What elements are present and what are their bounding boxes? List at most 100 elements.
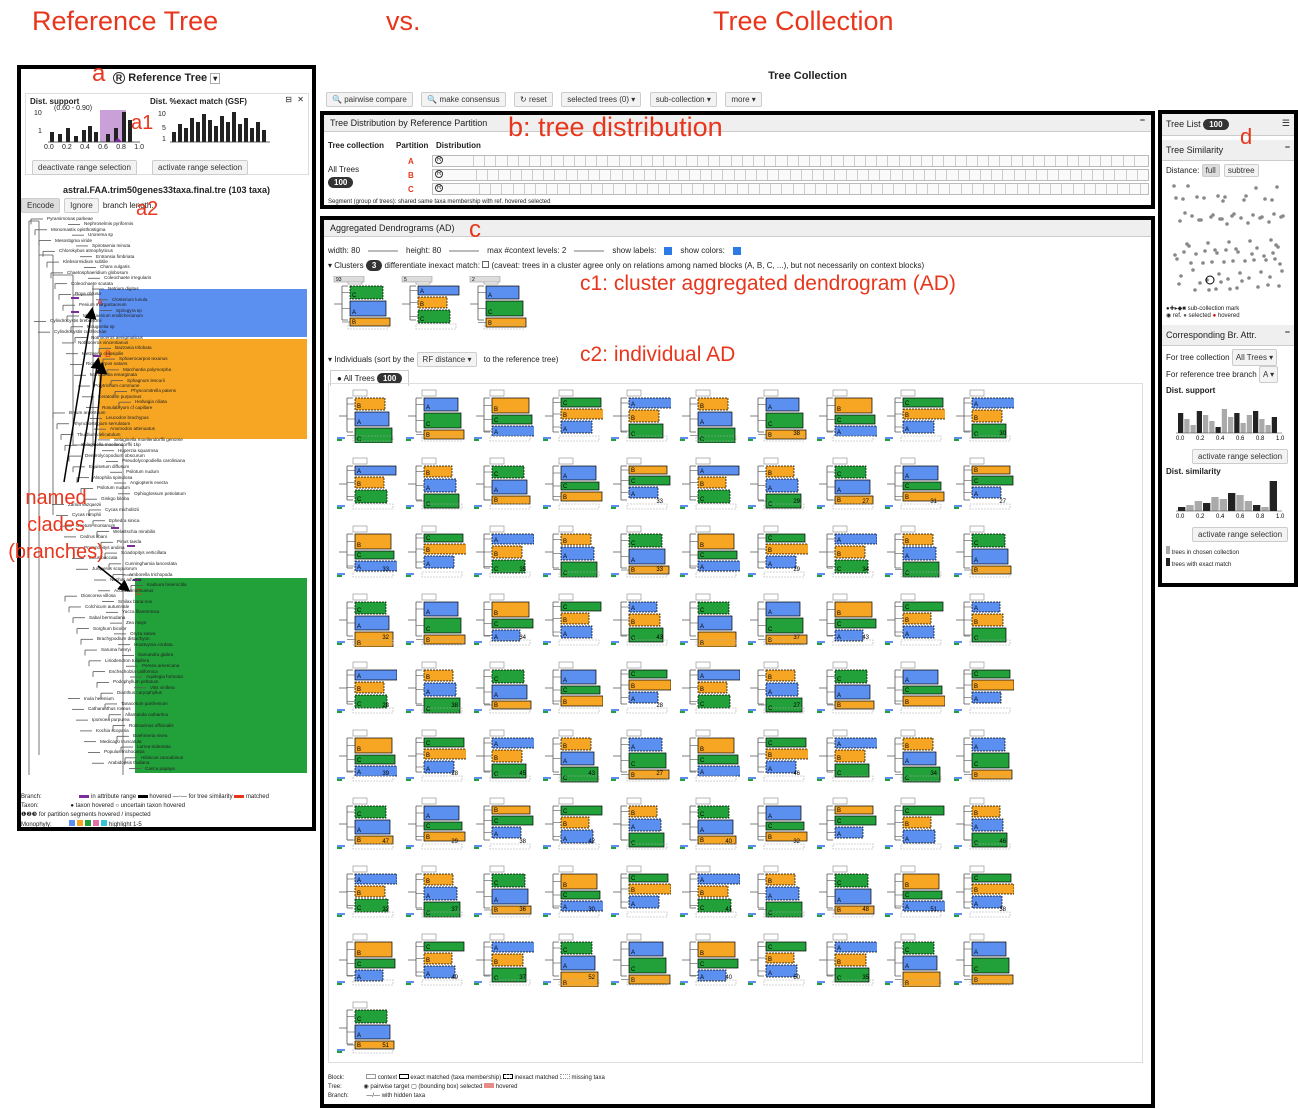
segment[interactable] [932,156,934,166]
segment[interactable] [741,156,743,166]
segment[interactable] [778,170,780,180]
individual-ad[interactable]: A B C [611,388,673,443]
segment[interactable] [674,156,676,166]
segment[interactable] [856,170,858,180]
segment[interactable] [484,156,486,166]
segment[interactable] [647,184,648,194]
segment[interactable] [764,156,766,166]
segment[interactable] [658,184,660,194]
individual-ad[interactable]: BAC [542,524,603,579]
show-colors-checkbox[interactable] [732,246,741,255]
segment[interactable] [490,184,492,194]
segment[interactable] [501,184,503,194]
segment[interactable] [498,170,500,180]
individual-ad[interactable]: B A C 27 [748,660,808,715]
segment[interactable] [618,156,620,166]
segment[interactable] [576,170,578,180]
segment[interactable] [644,170,645,180]
segment[interactable] [730,156,732,166]
distribution-row[interactable]: R [432,155,1149,167]
collection-dropdown[interactable]: All Trees ▾ [1231,349,1278,366]
individual-ad[interactable]: C B A 50 [748,932,808,987]
ref-segment-icon[interactable]: R [435,170,444,178]
individual-ad[interactable]: C B A 46 [748,728,810,783]
segment[interactable] [509,170,511,180]
individual-ad[interactable]: A B C 28 [337,660,398,715]
segment[interactable] [898,156,900,166]
individual-ad[interactable]: ACB [405,592,466,647]
individual-ad[interactable]: B A C 37 [405,864,466,919]
segment[interactable] [557,184,559,194]
individual-ad[interactable]: A B C 34 [816,524,877,579]
segment[interactable] [535,184,536,194]
segment[interactable] [703,184,704,194]
individual-ad[interactable]: C A B 32 [337,592,397,648]
segment[interactable] [669,184,671,194]
individual-ad[interactable]: C B A 42 [542,796,603,851]
individual-ad[interactable]: A B C 32 [337,864,398,919]
activate-range-button-2[interactable]: activate range selection [1192,527,1289,542]
segment[interactable] [666,170,668,180]
segment[interactable] [797,156,799,166]
taxon-label[interactable]: Brachypodium distachyon [97,636,150,641]
individual-ad[interactable]: A C B 27 [611,728,671,783]
segment[interactable] [924,170,925,180]
segment[interactable] [1080,170,1082,180]
taxon-label[interactable]: Populus trichocarpa [104,749,145,754]
individual-ad[interactable]: BAC [611,796,671,851]
individual-ad[interactable]: ACB [885,660,946,715]
segment[interactable] [845,170,847,180]
ref-segment-icon[interactable]: R [435,184,444,192]
segment[interactable] [767,170,769,180]
segment[interactable] [1089,156,1090,166]
individual-ad[interactable]: CBA [542,388,604,443]
segment[interactable] [1013,170,1015,180]
cluster-ad[interactable]: ACB2 [468,275,528,331]
segment[interactable] [1072,184,1074,194]
individual-ad[interactable]: CBA [885,796,945,851]
taxon-label[interactable]: Rosmarinus officinalis [129,723,174,728]
individual-ad[interactable]: C A B 48 [816,864,877,919]
segment[interactable] [641,156,642,166]
segment[interactable] [1036,170,1037,180]
individual-ad[interactable]: A B C 35 [816,932,878,987]
individual-ad[interactable]: ACB [542,660,603,715]
individual-ad[interactable]: CBA [405,524,467,579]
individual-ad[interactable]: CBA [885,592,945,647]
individual-ad[interactable]: ACB [953,932,1014,987]
segment[interactable] [1133,156,1135,166]
segment[interactable] [871,184,872,194]
list-icon[interactable]: ☰ [1282,118,1290,129]
segment[interactable] [1092,170,1093,180]
activate-range-button-1[interactable]: activate range selection [1192,449,1289,464]
segment[interactable] [711,170,713,180]
segment[interactable] [893,184,895,194]
segment[interactable] [1083,184,1085,194]
segment[interactable] [725,184,727,194]
segment[interactable] [826,184,828,194]
segment[interactable] [1027,184,1029,194]
segment[interactable] [789,170,791,180]
segment[interactable] [912,170,914,180]
individual-ad[interactable]: A B C [337,456,397,511]
segment[interactable] [834,170,836,180]
segment[interactable] [1061,184,1063,194]
individual-ad[interactable]: C B A 28 [611,660,672,715]
segment[interactable] [921,156,922,166]
segment[interactable] [935,170,937,180]
segment[interactable] [803,184,805,194]
clusters-toggle[interactable]: ▾ [328,261,332,270]
individual-ad[interactable]: BAC [679,388,740,444]
selected-trees-dropdown[interactable]: selected trees (0) ▾ [561,92,642,107]
distribution-bars[interactable]: RRR [432,155,1149,197]
individual-ad[interactable]: BCA [679,728,741,783]
segment[interactable] [753,156,754,166]
segment[interactable] [568,184,570,194]
segment[interactable] [691,184,693,194]
individuals-toggle[interactable]: ▾ [328,355,332,364]
segment[interactable] [610,170,612,180]
individual-ad[interactable]: CBA [953,660,1014,715]
individual-ad[interactable]: B C A 38 [474,796,534,851]
segment[interactable] [719,156,721,166]
segment[interactable] [1139,184,1141,194]
